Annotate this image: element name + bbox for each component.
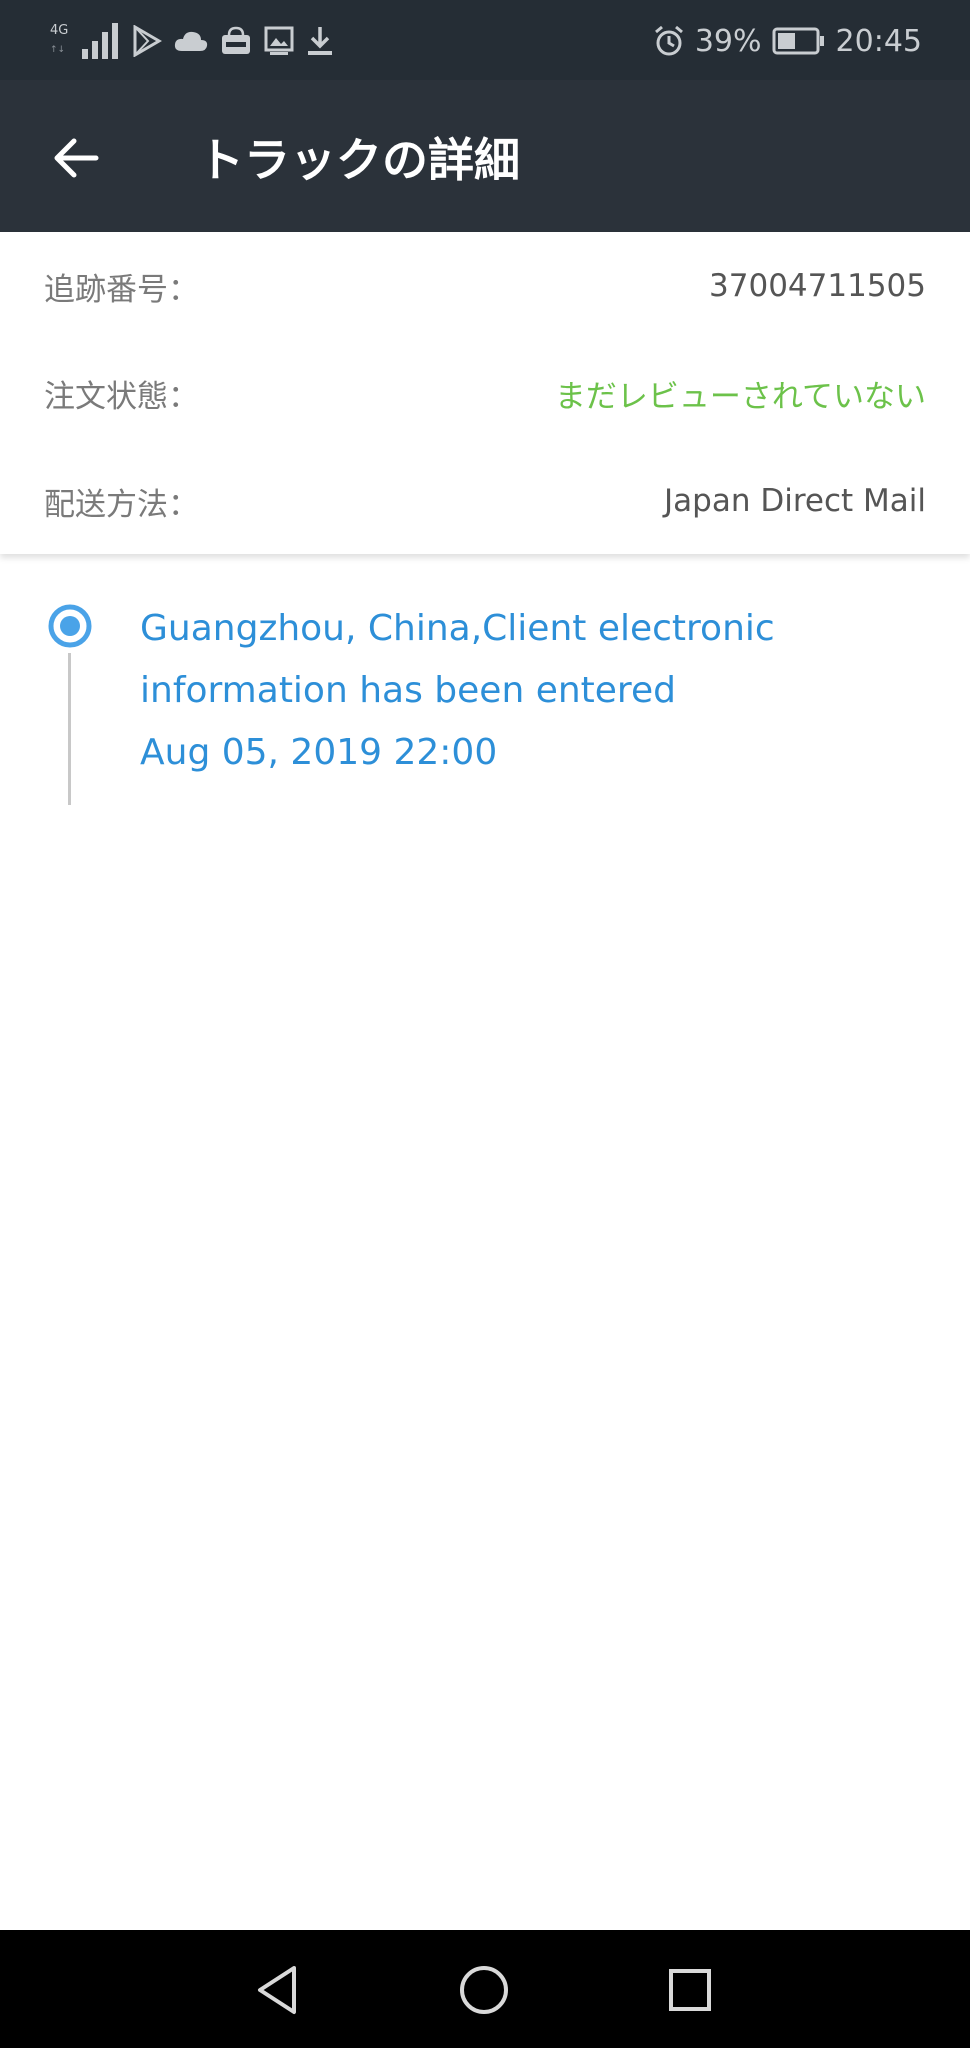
play-store-icon bbox=[132, 25, 162, 57]
arrow-left-icon bbox=[52, 136, 100, 180]
home-circle-icon bbox=[458, 1964, 510, 2016]
page-title: トラックの詳細 bbox=[198, 133, 520, 187]
alarm-icon bbox=[653, 25, 685, 57]
cloud-icon bbox=[174, 29, 208, 53]
nav-home-button[interactable] bbox=[452, 1958, 516, 2022]
tracking-number-value[interactable]: 37004711505 bbox=[709, 268, 926, 304]
timeline-line bbox=[68, 653, 71, 805]
timeline-event-line2: information has been entered bbox=[140, 670, 676, 711]
signal-icon bbox=[82, 23, 120, 59]
nav-recents-button[interactable] bbox=[658, 1958, 722, 2022]
status-bar-right: 39% 20:45 bbox=[653, 18, 922, 64]
shipping-method-label: 配送方法： bbox=[44, 486, 199, 523]
svg-text:↑↓: ↑↓ bbox=[50, 45, 65, 55]
order-status-label: 注文状態： bbox=[44, 378, 199, 415]
tracking-number-row: 追跡番号： 37004711505 bbox=[44, 256, 926, 316]
photo-icon bbox=[264, 25, 294, 57]
recents-square-icon bbox=[667, 1967, 713, 2013]
back-button[interactable] bbox=[36, 120, 116, 196]
shipping-method-row: 配送方法： Japan Direct Mail bbox=[44, 471, 926, 531]
nav-back-button[interactable] bbox=[246, 1958, 310, 2022]
order-status-value: まだレビューされていない bbox=[554, 378, 926, 415]
timeline-dot-icon bbox=[47, 603, 93, 649]
status-time: 20:45 bbox=[835, 23, 922, 59]
battery-icon bbox=[772, 27, 826, 55]
tracking-timeline: Guangzhou, China,Client electronic infor… bbox=[0, 580, 970, 820]
status-bar-left: 4G ↑↓ bbox=[50, 20, 334, 62]
svg-text:4G: 4G bbox=[50, 23, 68, 38]
market-icon bbox=[220, 25, 252, 57]
status-bar: 4G ↑↓ 39% 20:45 bbox=[0, 0, 970, 80]
screen: 4G ↑↓ 39% 20:45 トラックの詳細 追跡番号： 3700471150… bbox=[0, 0, 970, 2048]
shipment-info-card: 追跡番号： 37004711505 注文状態： まだレビューされていない 配送方… bbox=[0, 232, 970, 554]
network-4g-icon: 4G ↑↓ bbox=[50, 20, 70, 62]
timeline-event-time: Aug 05, 2019 22:00 bbox=[140, 732, 498, 773]
order-status-row: 注文状態： まだレビューされていない bbox=[44, 363, 926, 423]
timeline-event-line1: Guangzhou, China,Client electronic bbox=[140, 608, 775, 649]
battery-percent: 39% bbox=[694, 23, 762, 59]
system-nav-bar bbox=[0, 1930, 970, 2048]
tracking-number-label: 追跡番号： bbox=[44, 271, 199, 308]
back-triangle-icon bbox=[254, 1964, 302, 2016]
shipping-method-value: Japan Direct Mail bbox=[664, 483, 926, 519]
download-icon bbox=[306, 25, 334, 57]
timeline-event: Guangzhou, China,Client electronic infor… bbox=[140, 598, 920, 784]
app-bar: トラックの詳細 bbox=[0, 80, 970, 232]
